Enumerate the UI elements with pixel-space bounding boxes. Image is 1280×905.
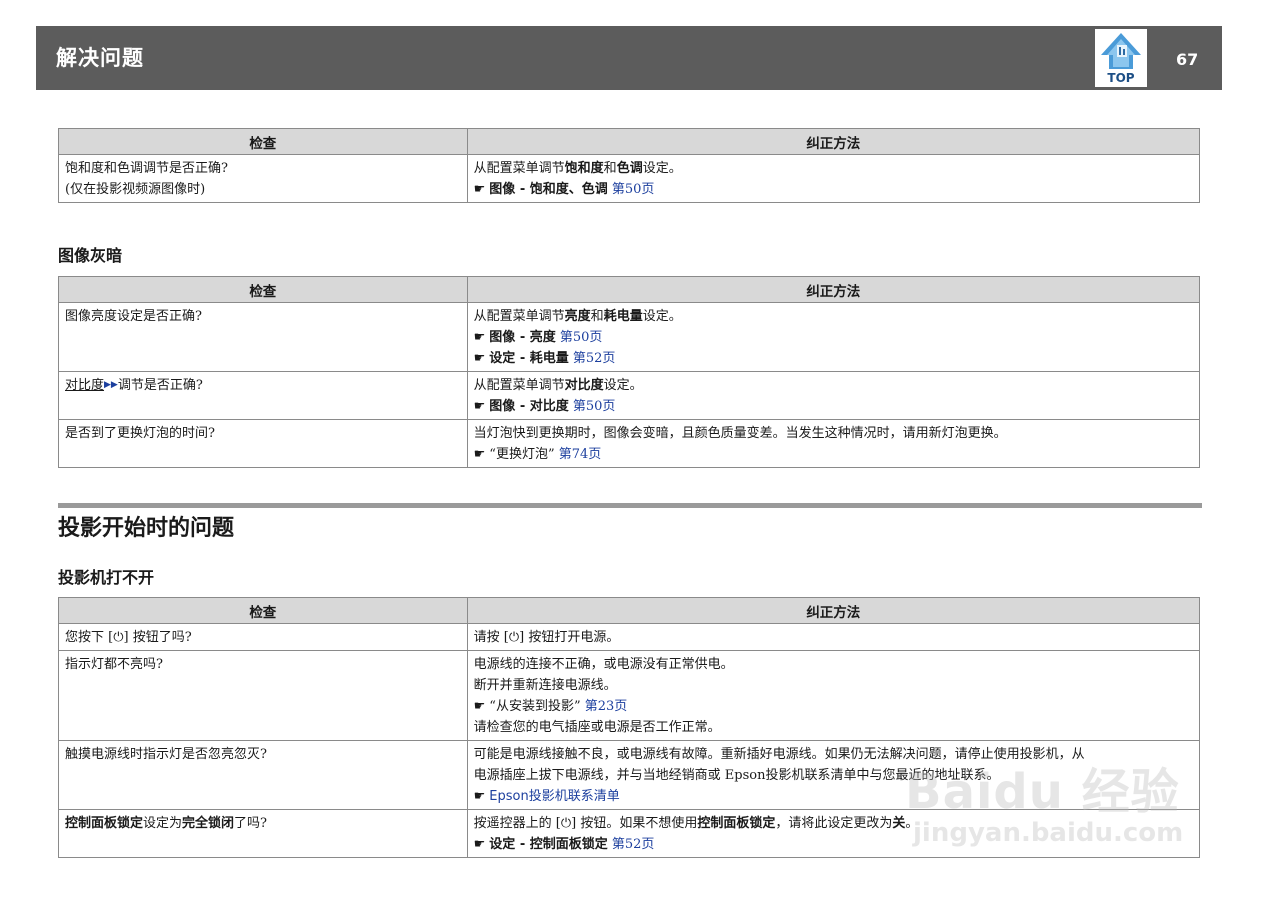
top-button[interactable]: TOP [1095,29,1147,87]
page-link[interactable]: 第52页 [612,837,655,852]
reference-line: ☛ 设定 - 耗电量 第52页 [473,351,616,366]
table-row: 饱和度和色调调节是否正确? (仅在投影视频源图像时) 从配置菜单调节饱和度和色调… [58,154,1201,203]
section-heading: 图像灰暗 [58,246,123,265]
table-saturation: 检查 纠正方法 饱和度和色调调节是否正确? (仅在投影视频源图像时) 从配置菜单… [58,128,1201,203]
table-row: 触摸电源线时指示灯是否忽亮忽灭? 可能是电源线接触不良，或电源线有故障。重新插好… [58,740,1201,810]
remedy-text: 断开并重新连接电源线。 [473,678,617,693]
remedy-text: 可能是电源线接触不良，或电源线有故障。重新插好电源线。如果仍无法解决问题，请停止… [473,747,1085,762]
check-cell: 触摸电源线时指示灯是否忽亮忽灭? [58,740,468,810]
hand-pointer-icon: ☛ [473,447,486,462]
table-row: 是否到了更换灯泡的时间? 当灯泡快到更换期时，图像会变暗，且颜色质量变差。当发生… [58,419,1201,468]
check-text: 饱和度和色调调节是否正确? [65,161,228,176]
column-header-remedy: 纠正方法 [466,128,1201,155]
remedy-text: 请检查您的电气插座或电源是否工作正常。 [473,720,721,735]
remedy-text: 从配置菜单调节对比度设定。 [473,378,643,393]
check-cell: 指示灯都不亮吗? [58,650,468,741]
page-link[interactable]: 第50页 [612,182,655,197]
remedy-cell: 可能是电源线接触不良，或电源线有故障。重新插好电源线。如果仍无法解决问题，请停止… [466,740,1201,810]
table-row: 指示灯都不亮吗? 电源线的连接不正确，或电源没有正常供电。 断开并重新连接电源线… [58,650,1201,741]
hand-pointer-icon: ☛ [473,837,486,852]
remedy-text: 当灯泡快到更换期时，图像会变暗，且颜色质量变差。当发生这种情况时，请用新灯泡更换… [473,426,1007,441]
remedy-text: 从配置菜单调节亮度和耗电量设定。 [473,309,682,324]
check-cell: 是否到了更换灯泡的时间? [58,419,468,468]
reference-line: ☛ 图像 - 亮度 第50页 [473,330,603,345]
page-header: 解决问题 TOP 67 [36,26,1222,90]
remedy-text: 从配置菜单调节饱和度和色调设定。 [473,161,682,176]
reference-line: ☛ Epson投影机联系清单 [474,786,1193,807]
hand-pointer-icon: ☛ [473,789,486,804]
table-row: 对比度▶▶调节是否正确? 从配置菜单调节对比度设定。 ☛ 图像 - 对比度 第50… [58,371,1201,420]
column-header-remedy: 纠正方法 [466,276,1201,303]
remedy-cell: 请按 [⏻] 按钮打开电源。 [466,623,1201,651]
reference-line: ☛ “从安装到投影” 第23页 [473,699,628,714]
table-header-row: 检查 纠正方法 [58,276,1201,303]
table-row: 控制面板锁定设定为完全锁闭了吗? 按遥控器上的 [⏻] 按钮。如果不想使用控制面… [58,809,1201,858]
table-header-row: 检查 纠正方法 [58,128,1201,155]
column-header-check: 检查 [58,276,468,303]
remedy-cell: 从配置菜单调节对比度设定。 ☛ 图像 - 对比度 第50页 [466,371,1201,420]
page-link[interactable]: 第52页 [573,351,616,366]
table-row: 图像亮度设定是否正确? 从配置菜单调节亮度和耗电量设定。 ☛ 图像 - 亮度 第5… [58,302,1201,372]
check-cell: 您按下 [⏻] 按钮了吗? [58,623,468,651]
remedy-text: 按遥控器上的 [⏻] 按钮。如果不想使用控制面板锁定，请将此设定更改为关。 [473,816,919,831]
top-navigation-icon [1101,33,1141,69]
page-number: 67 [1176,50,1199,69]
check-cell: 饱和度和色调调节是否正确? (仅在投影视频源图像时) [58,154,468,203]
check-cell: 图像亮度设定是否正确? [58,302,468,372]
remedy-text: 电源插座上拔下电源线，并与当地经销商或 Epson投影机联系清单中与您最近的地址… [473,768,1000,783]
page-title: 解决问题 [56,46,144,70]
hand-pointer-icon: ☛ [473,330,486,345]
remedy-cell: 从配置菜单调节亮度和耗电量设定。 ☛ 图像 - 亮度 第50页 ☛ 设定 - 耗电量… [466,302,1201,372]
remedy-cell: 电源线的连接不正确，或电源没有正常供电。 断开并重新连接电源线。 ☛ “从安装到投… [466,650,1201,741]
remedy-cell: 当灯泡快到更换期时，图像会变暗，且颜色质量变差。当发生这种情况时，请用新灯泡更换… [466,419,1201,468]
check-cell: 控制面板锁定设定为完全锁闭了吗? [58,809,468,858]
reference-line: ☛ “更换灯泡” 第74页 [473,447,602,462]
glossary-term-link[interactable]: 对比度 [65,378,104,393]
table-row: 您按下 [⏻] 按钮了吗? 请按 [⏻] 按钮打开电源。 [58,623,1201,651]
page-link[interactable]: 第23页 [585,699,628,714]
hand-pointer-icon: ☛ [473,182,486,197]
page-link[interactable]: 第50页 [573,399,616,414]
hand-pointer-icon: ☛ [473,699,486,714]
remedy-cell: 按遥控器上的 [⏻] 按钮。如果不想使用控制面板锁定，请将此设定更改为关。 ☛ 设… [466,809,1201,858]
section-heading: 投影机打不开 [58,568,155,587]
table-power: 检查 纠正方法 您按下 [⏻] 按钮了吗? 请按 [⏻] 按钮打开电源。 指示灯… [58,597,1201,858]
check-cell: 对比度▶▶调节是否正确? [58,371,468,420]
contact-list-link[interactable]: Epson投影机联系清单 [489,789,619,804]
remedy-text: 电源线的连接不正确，或电源没有正常供电。 [473,657,734,672]
hand-pointer-icon: ☛ [473,351,486,366]
reference-line: ☛ 设定 - 控制面板锁定 第52页 [473,837,655,852]
reference-line: ☛ 图像 - 饱和度、色调 第50页 [473,182,655,197]
chapter-heading: 投影开始时的问题 [58,516,235,541]
page-link[interactable]: 第50页 [560,330,603,345]
column-header-remedy: 纠正方法 [466,597,1201,624]
section-divider [58,503,1202,508]
page-link[interactable]: 第74页 [559,447,602,462]
column-header-check: 检查 [58,597,468,624]
hand-pointer-icon: ☛ [473,399,486,414]
top-label: TOP [1107,71,1135,85]
table-dark-image: 检查 纠正方法 图像亮度设定是否正确? 从配置菜单调节亮度和耗电量设定。 ☛ 图像… [58,276,1201,468]
check-note: (仅在投影视频源图像时) [65,182,206,197]
reference-line: ☛ 图像 - 对比度 第50页 [473,399,616,414]
glossary-arrow-icon: ▶▶ [104,380,118,390]
remedy-cell: 从配置菜单调节饱和度和色调设定。 ☛ 图像 - 饱和度、色调 第50页 [466,154,1201,203]
table-header-row: 检查 纠正方法 [58,597,1201,624]
column-header-check: 检查 [58,128,468,155]
